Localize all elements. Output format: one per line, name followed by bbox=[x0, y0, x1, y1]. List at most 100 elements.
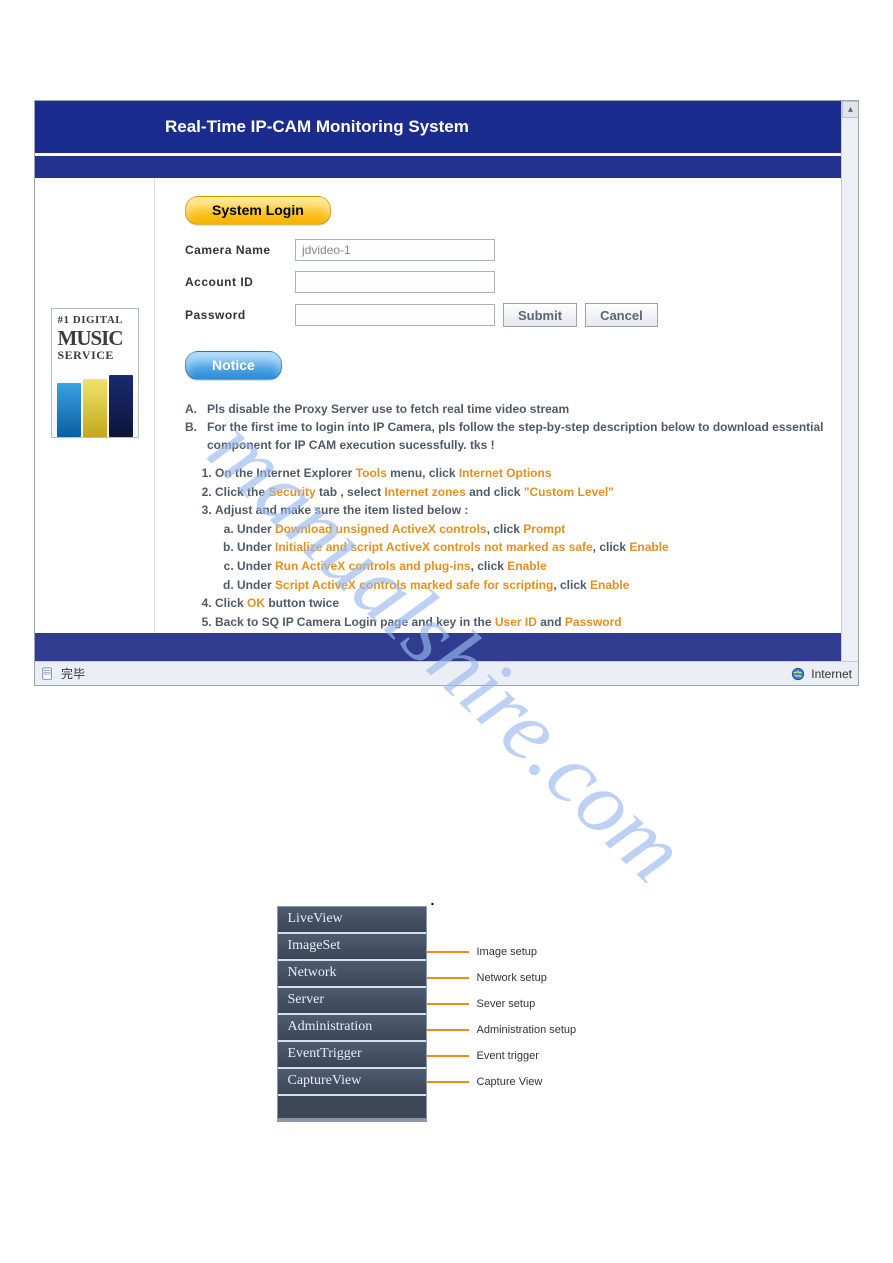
app-header: Real-Time IP-CAM Monitoring System bbox=[35, 101, 858, 153]
browser-statusbar: 完毕 Internet bbox=[35, 661, 858, 685]
menu-item-administration[interactable]: Administration bbox=[278, 1015, 426, 1042]
row-account-id: Account ID bbox=[185, 271, 828, 293]
callout-line-icon bbox=[427, 951, 469, 953]
step-text: Click bbox=[215, 596, 247, 610]
step-text: On the Internet Explorer bbox=[215, 466, 356, 480]
main-pane: System Login Camera Name Account ID Pass… bbox=[155, 178, 858, 633]
step-text: , click bbox=[593, 540, 630, 554]
ad-text: #1 DIGITAL MUSIC SERVICE bbox=[52, 309, 138, 363]
badge-system-login: System Login bbox=[185, 196, 331, 225]
step-text: button twice bbox=[265, 596, 339, 610]
callout-label: Capture View bbox=[477, 1076, 543, 1088]
scrollbar-track[interactable] bbox=[842, 101, 858, 661]
row-password: Password Submit Cancel bbox=[185, 303, 828, 327]
step-keyword: Custom Level bbox=[524, 485, 614, 499]
input-password[interactable] bbox=[295, 304, 495, 326]
scrollbar-up-icon[interactable]: ▴ bbox=[842, 101, 858, 118]
row-camera-name: Camera Name bbox=[185, 239, 828, 261]
menu-column: LiveView ImageSet Network Server Adminis… bbox=[277, 906, 427, 1122]
menu-figure: . LiveView ImageSet Network Server Admin… bbox=[277, 906, 617, 1142]
step-keyword: Security bbox=[268, 485, 315, 499]
menu-spacer bbox=[278, 1096, 426, 1118]
step-text: , click bbox=[471, 559, 508, 573]
step-text: Under bbox=[237, 578, 275, 592]
menu-item-server[interactable]: Server bbox=[278, 988, 426, 1015]
browser-window: Real-Time IP-CAM Monitoring System #1 DI… bbox=[34, 100, 859, 686]
substeps: Under Download unsigned ActiveX controls… bbox=[237, 520, 828, 594]
ad-line1: #1 DIGITAL bbox=[58, 315, 132, 327]
step-text: Adjust and make sure the item listed bel… bbox=[215, 503, 468, 517]
label-account-id: Account ID bbox=[185, 275, 295, 289]
page-title: Real-Time IP-CAM Monitoring System bbox=[165, 117, 469, 137]
step-text: Under bbox=[237, 559, 275, 573]
lead-text-b: For the first ime to login into IP Camer… bbox=[207, 418, 828, 454]
step-keyword: Prompt bbox=[523, 522, 565, 536]
step-text: Under bbox=[237, 540, 275, 554]
step-keyword: Tools bbox=[356, 466, 387, 480]
callout-network: Network setup bbox=[427, 972, 547, 984]
badge-notice: Notice bbox=[185, 351, 282, 380]
lead-letter-b: B. bbox=[185, 418, 201, 454]
step-keyword: Internet zones bbox=[384, 485, 465, 499]
footer-band bbox=[35, 633, 858, 661]
menu-item-imageset[interactable]: ImageSet bbox=[278, 934, 426, 961]
step-keyword: Run ActiveX controls and plug-ins bbox=[275, 559, 471, 573]
step-2: Click the Security tab , select Internet… bbox=[215, 483, 828, 502]
notice-steps: On the Internet Explorer Tools menu, cli… bbox=[215, 464, 828, 631]
album-cover-icon bbox=[57, 383, 81, 437]
menu-item-captureview[interactable]: CaptureView bbox=[278, 1069, 426, 1096]
sidebar-ad: #1 DIGITAL MUSIC SERVICE bbox=[51, 308, 139, 438]
page-icon bbox=[41, 667, 55, 681]
step-1: On the Internet Explorer Tools menu, cli… bbox=[215, 464, 828, 483]
input-camera-name[interactable] bbox=[295, 239, 495, 261]
ad-image bbox=[52, 363, 138, 437]
step-text: , click bbox=[487, 522, 524, 536]
step-keyword: User ID bbox=[495, 615, 537, 629]
cancel-button[interactable]: Cancel bbox=[585, 303, 658, 327]
step-keyword: Enable bbox=[507, 559, 546, 573]
callout-captureview: Capture View bbox=[427, 1076, 543, 1088]
step-4: Click OK button twice bbox=[215, 594, 828, 613]
step-keyword: Enable bbox=[629, 540, 668, 554]
label-password: Password bbox=[185, 308, 295, 322]
input-account-id[interactable] bbox=[295, 271, 495, 293]
label-camera-name: Camera Name bbox=[185, 243, 295, 257]
zone-label: Internet bbox=[811, 667, 852, 681]
ad-line2: MUSIC bbox=[58, 327, 132, 349]
step-text: Under bbox=[237, 522, 275, 536]
album-cover-icon bbox=[83, 379, 107, 437]
step-text: and click bbox=[466, 485, 524, 499]
substep-d: Under Script ActiveX controls marked saf… bbox=[237, 576, 828, 595]
step-3: Adjust and make sure the item listed bel… bbox=[215, 501, 828, 594]
callout-server: Sever setup bbox=[427, 998, 536, 1010]
menu-item-network[interactable]: Network bbox=[278, 961, 426, 988]
lead-letter-a: A. bbox=[185, 400, 201, 418]
step-keyword: Download unsigned ActiveX controls bbox=[275, 522, 487, 536]
substep-b: Under Initialize and script ActiveX cont… bbox=[237, 538, 828, 557]
menu-item-liveview[interactable]: LiveView bbox=[278, 907, 426, 934]
callout-label: Image setup bbox=[477, 946, 538, 958]
callout-line-icon bbox=[427, 1055, 469, 1057]
callout-line-icon bbox=[427, 1081, 469, 1083]
step-keyword: OK bbox=[247, 596, 265, 610]
step-text: Click the bbox=[215, 485, 268, 499]
step-text: tab , select bbox=[316, 485, 385, 499]
callout-label: Administration setup bbox=[477, 1024, 577, 1036]
substep-a: Under Download unsigned ActiveX controls… bbox=[237, 520, 828, 539]
step-keyword: Initialize and script ActiveX controls n… bbox=[275, 540, 593, 554]
menu-callouts: Image setup Network setup Sever setup Ad… bbox=[427, 906, 607, 1122]
callout-imageset: Image setup bbox=[427, 946, 538, 958]
callout-line-icon bbox=[427, 1029, 469, 1031]
globe-icon bbox=[791, 667, 805, 681]
vertical-scrollbar[interactable]: ▴ bbox=[841, 101, 858, 661]
sidebar: #1 DIGITAL MUSIC SERVICE bbox=[35, 178, 155, 633]
step-5: Back to SQ IP Camera Login page and key … bbox=[215, 613, 828, 632]
submit-button[interactable]: Submit bbox=[503, 303, 577, 327]
step-keyword: Script ActiveX controls marked safe for … bbox=[275, 578, 553, 592]
callout-line-icon bbox=[427, 1003, 469, 1005]
menu-item-eventtrigger[interactable]: EventTrigger bbox=[278, 1042, 426, 1069]
callout-label: Network setup bbox=[477, 972, 547, 984]
callout-label: Event trigger bbox=[477, 1050, 539, 1062]
app-viewport: Real-Time IP-CAM Monitoring System #1 DI… bbox=[35, 101, 858, 661]
step-keyword: Enable bbox=[590, 578, 629, 592]
